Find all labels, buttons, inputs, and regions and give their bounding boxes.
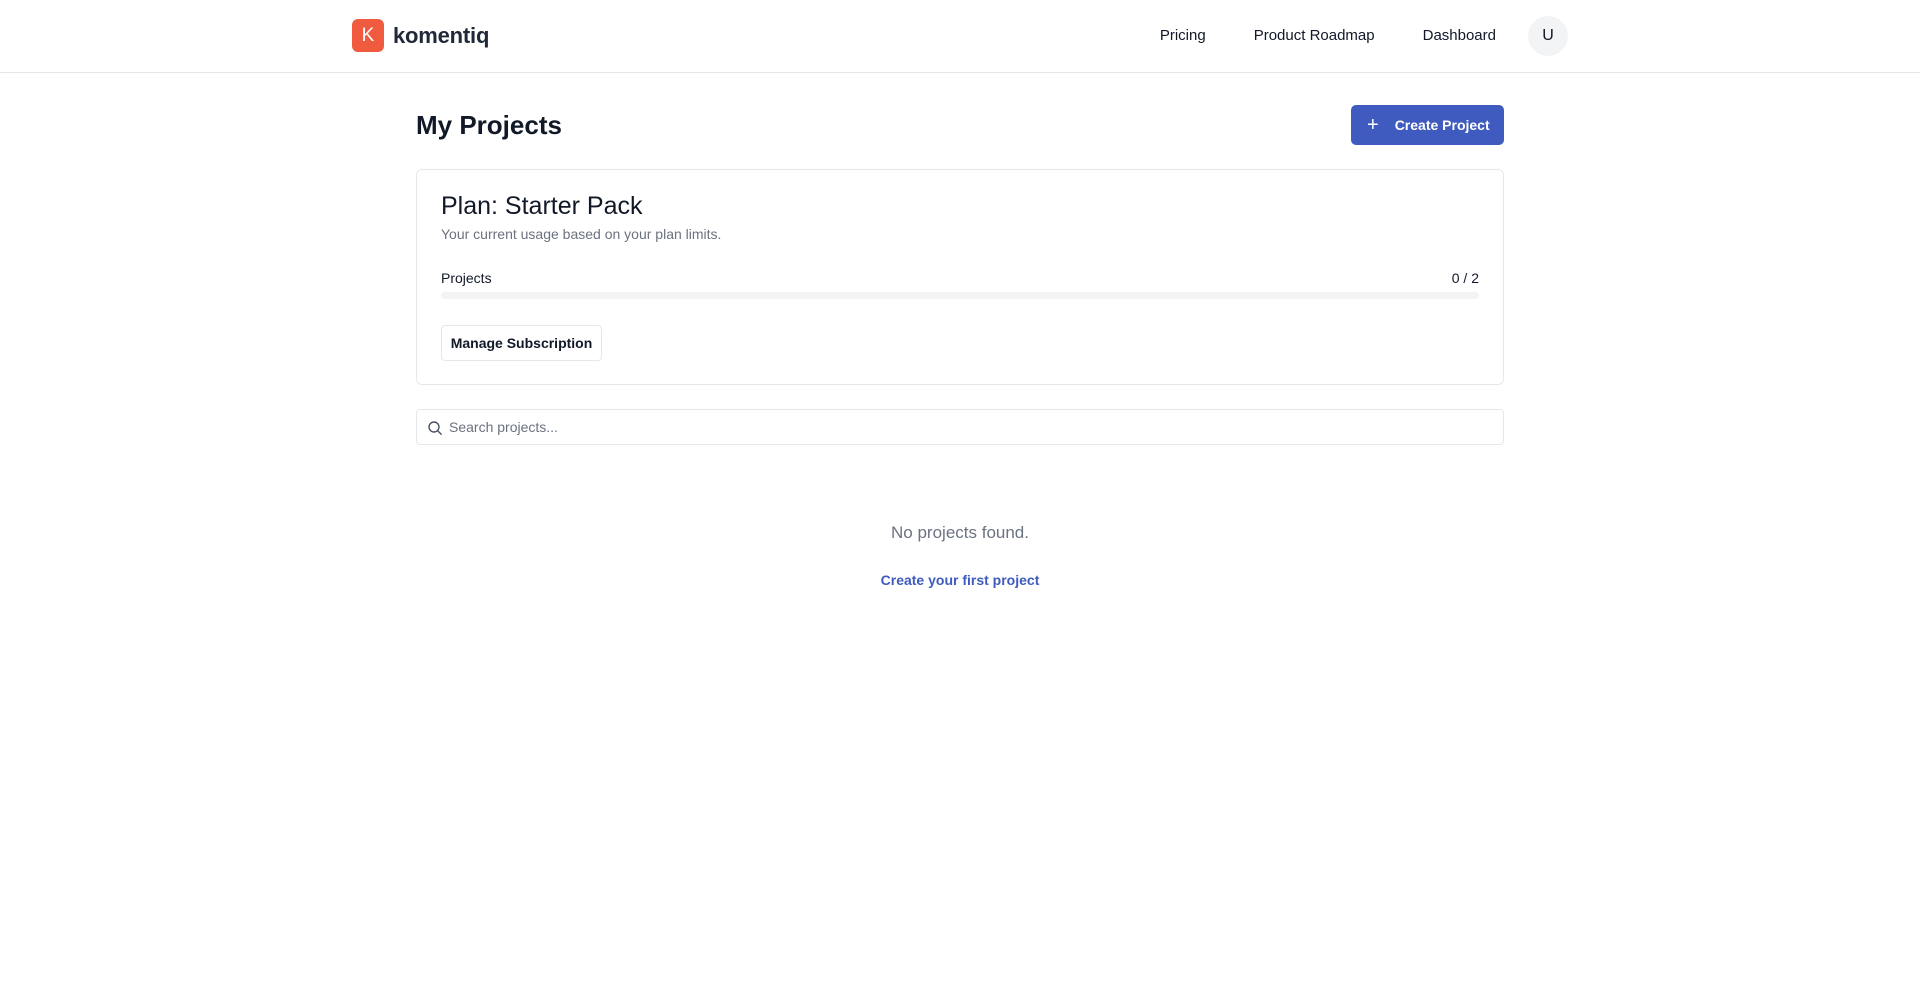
top-navbar: K komentiq Pricing Product Roadmap Dashb… — [0, 0, 1920, 73]
plan-usage-card: Plan: Starter Pack Your current usage ba… — [416, 169, 1504, 385]
main-nav: Pricing Product Roadmap Dashboard U — [1160, 16, 1568, 56]
search-icon — [428, 421, 442, 435]
create-project-button[interactable]: + Create Project — [1351, 105, 1504, 145]
usage-label: Projects — [441, 270, 492, 286]
create-first-project-link[interactable]: Create your first project — [0, 572, 1920, 588]
empty-state-message: No projects found. — [891, 523, 1029, 542]
search-input[interactable] — [449, 410, 1489, 444]
search-box — [416, 409, 1504, 445]
usage-progress-bar — [441, 292, 1479, 299]
usage-count: 0 / 2 — [1451, 270, 1479, 286]
nav-link-dashboard[interactable]: Dashboard — [1423, 16, 1496, 56]
brand-mark-icon: K — [352, 19, 384, 52]
plan-title: Plan: Starter Pack — [441, 192, 643, 220]
user-avatar[interactable]: U — [1528, 16, 1568, 56]
brand-logo[interactable]: K komentiq — [352, 19, 489, 52]
nav-link-pricing[interactable]: Pricing — [1160, 16, 1206, 56]
page-title: My Projects — [416, 110, 562, 140]
create-project-label: Create Project — [1394, 117, 1490, 133]
brand-name: komentiq — [393, 22, 490, 48]
plus-icon: + — [1367, 114, 1379, 136]
nav-link-product-roadmap[interactable]: Product Roadmap — [1254, 16, 1375, 56]
manage-subscription-button[interactable]: Manage Subscription — [441, 325, 602, 361]
plan-subtitle: Your current usage based on your plan li… — [441, 226, 722, 242]
